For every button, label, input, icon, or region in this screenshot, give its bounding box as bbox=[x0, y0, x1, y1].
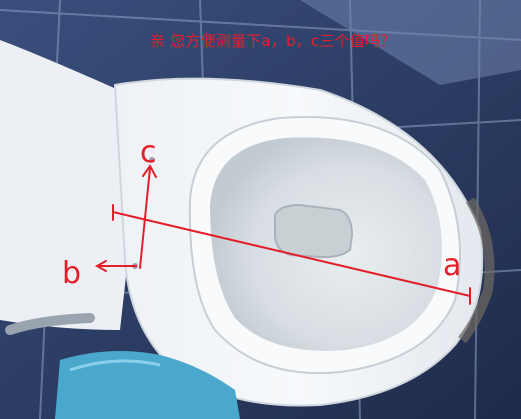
drain-hole bbox=[274, 203, 354, 259]
label-a: a bbox=[443, 248, 461, 283]
photo-scene: c b a 亲 您方便测量下a，b，c三个值吗？ bbox=[0, 0, 521, 419]
toilet-photo: c b a bbox=[0, 0, 521, 419]
label-b: b bbox=[62, 256, 81, 291]
question-caption: 亲 您方便测量下a，b，c三个值吗？ bbox=[150, 32, 396, 50]
label-c: c bbox=[140, 135, 157, 170]
